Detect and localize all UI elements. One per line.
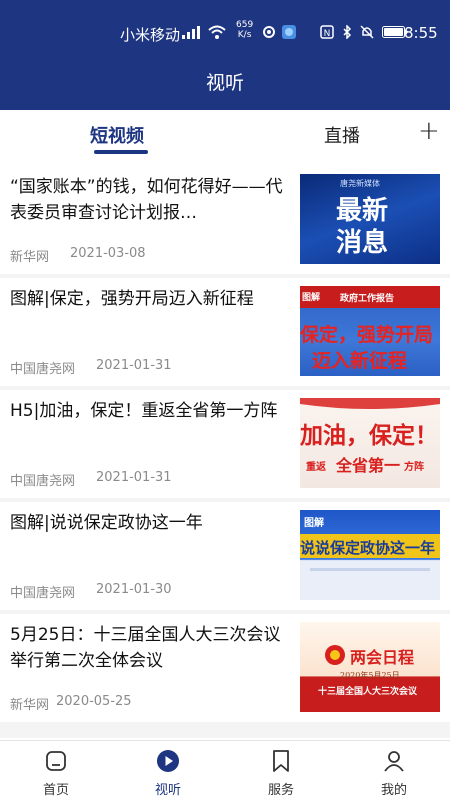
thumb-caption: 方阵 <box>404 462 424 473</box>
network-speed-value: 659 <box>236 20 254 30</box>
list-item[interactable]: 图解|说说保定政协这一年 中国唐尧网 2021-01-30 图解 说说保定政协这… <box>0 502 450 610</box>
thumb-caption: 图解 <box>302 293 321 303</box>
nav-services-label: 服务 <box>267 783 294 798</box>
signal-icon <box>182 26 200 39</box>
clock: 8:55 <box>404 24 438 42</box>
thumb-caption: 图解 <box>304 518 324 529</box>
carrier-label: 小米移动 <box>120 26 181 44</box>
list-item[interactable]: 5月25日：十三届全国人大三次会议举行第二次全体会议 新华网 2020-05-2… <box>0 614 450 722</box>
thumb-headline: 说说保定政协这一年 <box>300 539 436 557</box>
browser-app-icon <box>282 25 296 39</box>
thumb-caption: 十三届全国人大三次会议 <box>318 687 418 697</box>
app-header: 小米移动 659 K/s N 8:55 视听 <box>0 0 450 110</box>
network-speed-unit: K/s <box>237 30 252 40</box>
thumb-caption: 唐尧新媒体 <box>340 179 380 188</box>
article-source: 中国唐尧网 <box>10 362 76 377</box>
nav-profile-label: 我的 <box>380 783 407 798</box>
nav-media[interactable]: 视听 <box>112 741 224 800</box>
swirl-app-icon <box>263 26 275 38</box>
thumb-headline: 两会日程 <box>350 648 415 667</box>
article-title: H5|加油，保定！重返全省第一方阵 <box>10 401 278 421</box>
article-source: 中国唐尧网 <box>10 586 76 601</box>
network-speed: 659 K/s <box>236 20 253 40</box>
article-thumbnail: 加油，保定！ 重返 全省第一 方阵 <box>300 398 440 488</box>
article-source: 中国唐尧网 <box>10 474 76 489</box>
app-notification-icons <box>262 22 296 42</box>
mute-bell-icon <box>360 25 374 39</box>
article-date: 2021-01-31 <box>96 358 172 373</box>
nfc-icon: N <box>320 25 334 39</box>
nav-profile[interactable]: 我的 <box>338 741 450 800</box>
article-date: 2020-05-25 <box>56 694 132 709</box>
flag-decoration-icon <box>300 398 440 409</box>
status-bar: 小米移动 659 K/s N 8:55 <box>0 0 450 60</box>
tab-bar: 短视频 直播 + <box>0 110 450 162</box>
article-date: 2021-01-30 <box>96 582 172 597</box>
nav-media-label: 视听 <box>154 783 181 798</box>
bottom-nav: 首页 视听 服务 我的 <box>0 740 450 800</box>
home-icon <box>46 751 66 771</box>
national-emblem-icon <box>325 645 345 665</box>
article-title: 图解|说说保定政协这一年 <box>10 513 203 533</box>
thumb-headline: 加油，保定！ <box>300 422 438 449</box>
thumb-caption: 重返 <box>306 462 326 473</box>
nav-services[interactable]: 服务 <box>225 741 337 800</box>
thumb-text-line <box>310 568 430 571</box>
list-item[interactable]: H5|加油，保定！重返全省第一方阵 中国唐尧网 2021-01-31 加油，保定… <box>0 390 450 498</box>
tab-live[interactable]: 直播 <box>324 122 360 148</box>
play-icon <box>157 750 179 772</box>
add-channel-button[interactable]: + <box>418 116 440 146</box>
article-title: “国家账本”的钱，如何花得好——代表委员审查讨论计划报… <box>10 177 283 223</box>
tab-short-video[interactable]: 短视频 <box>90 122 144 148</box>
bookmark-icon <box>273 750 289 772</box>
thumb-headline: 消息 <box>336 228 389 258</box>
list-item[interactable]: 图解|保定，强势开局迈入新征程 中国唐尧网 2021-01-31 图解 政府工作… <box>0 278 450 386</box>
system-status-icons: N <box>320 22 408 42</box>
active-tab-indicator <box>94 150 148 154</box>
article-thumbnail: 唐尧新媒体 最新 消息 <box>300 174 440 264</box>
article-thumbnail: 图解 政府工作报告 保定，强势开局 迈入新征程 <box>300 286 440 376</box>
article-title: 5月25日：十三届全国人大三次会议举行第二次全体会议 <box>10 625 281 671</box>
article-thumbnail: 图解 说说保定政协这一年 <box>300 510 440 600</box>
nav-home[interactable]: 首页 <box>0 741 112 800</box>
signal-indicators <box>182 22 226 42</box>
article-source: 新华网 <box>10 698 50 713</box>
thumb-caption: 政府工作报告 <box>340 294 395 304</box>
thumb-headline: 全省第一 <box>336 456 401 475</box>
article-date: 2021-03-08 <box>70 246 146 261</box>
thumb-headline: 保定，强势开局 <box>300 324 434 346</box>
article-title: 图解|保定，强势开局迈入新征程 <box>10 289 254 309</box>
article-list: “国家账本”的钱，如何花得好——代表委员审查讨论计划报… 新华网 2021-03… <box>0 166 450 738</box>
bluetooth-icon <box>343 25 352 39</box>
page-title: 视听 <box>205 72 244 94</box>
article-date: 2021-01-31 <box>96 470 172 485</box>
list-item[interactable]: “国家账本”的钱，如何花得好——代表委员审查讨论计划报… 新华网 2021-03… <box>0 166 450 274</box>
wifi-icon <box>208 25 226 39</box>
person-icon <box>384 751 404 772</box>
article-thumbnail: 两会日程 2020年5月25日 十三届全国人大三次会议 <box>300 622 440 712</box>
thumb-headline: 迈入新征程 <box>312 350 408 372</box>
nav-home-label: 首页 <box>42 783 69 798</box>
svg-text:N: N <box>324 29 331 39</box>
thumb-caption: 2020年5月25日 <box>340 671 400 680</box>
article-source: 新华网 <box>10 250 50 265</box>
